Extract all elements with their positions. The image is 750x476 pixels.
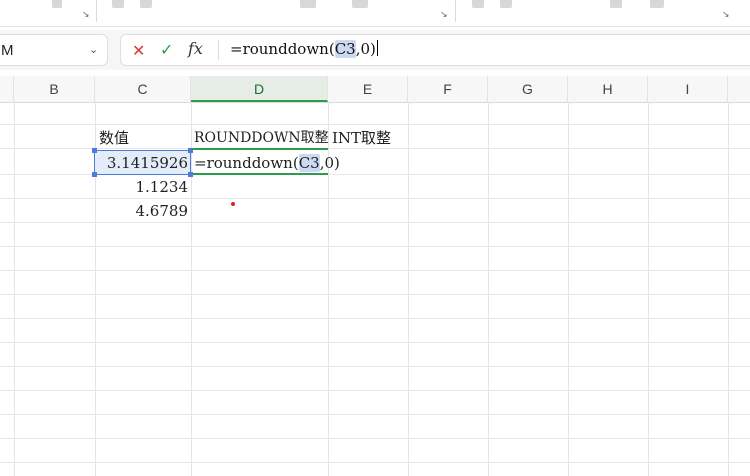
formula-prefix: =rounddown(	[230, 40, 335, 58]
column-header-i[interactable]: I	[648, 76, 728, 102]
grid-line	[408, 102, 409, 476]
cell-formula-prefix: =rounddown(	[194, 154, 299, 172]
cell-d3-editing[interactable]: =rounddown(C3,0)	[194, 151, 340, 175]
check-icon[interactable]: ✓	[160, 40, 173, 59]
ribbon-fragment	[500, 0, 512, 8]
dialog-launcher-icon[interactable]: ↘	[440, 10, 448, 20]
ribbon-fragment	[472, 0, 484, 8]
column-header-j[interactable]	[728, 76, 750, 102]
column-header-b[interactable]: B	[14, 76, 95, 102]
ribbon-fragment	[610, 0, 622, 8]
ribbon-divider	[455, 0, 456, 22]
grid-line	[568, 102, 569, 476]
cell-formula-reference: C3	[298, 154, 320, 172]
name-box[interactable]: M ⌄	[0, 34, 108, 66]
column-header-h[interactable]: H	[568, 76, 648, 102]
grid-line	[728, 102, 729, 476]
chevron-down-icon[interactable]: ⌄	[89, 43, 98, 56]
column-header-e[interactable]: E	[328, 76, 408, 102]
formula-row: M ⌄ ✕ ✓ fx =rounddown(C3,0)	[0, 30, 750, 70]
cell-c2[interactable]: 数值	[99, 126, 129, 150]
cell-e2[interactable]: INT取整	[332, 126, 391, 150]
column-header-row: B C D E F G H I	[0, 76, 750, 103]
grid-line	[14, 102, 15, 476]
grid-line	[0, 318, 750, 319]
grid-line	[0, 414, 750, 415]
ribbon-divider	[96, 0, 97, 22]
formula-input[interactable]: =rounddown(C3,0)	[230, 40, 378, 58]
cell-formula-suffix: ,0)	[319, 154, 340, 172]
column-header-c[interactable]: C	[95, 76, 191, 102]
ribbon-fragment	[352, 0, 368, 8]
column-header-g[interactable]: G	[488, 76, 568, 102]
grid-line	[488, 102, 489, 476]
formula-bar-divider	[218, 40, 219, 60]
grid-line	[0, 294, 750, 295]
grid-line	[0, 342, 750, 343]
ribbon-fragment	[140, 0, 152, 8]
column-header-f[interactable]: F	[408, 76, 488, 102]
grid-line	[0, 462, 750, 463]
name-box-value[interactable]: M	[1, 42, 14, 59]
grid-line	[0, 366, 750, 367]
grid-line	[0, 124, 750, 125]
formula-suffix: ,0)	[355, 40, 376, 58]
pointer-dot	[231, 202, 235, 206]
formula-bar[interactable]	[120, 34, 750, 66]
ribbon-strip: ↘ ↘ ↘	[0, 0, 750, 27]
ribbon-fragment	[300, 0, 316, 8]
cell-d2[interactable]: ROUNDDOWN取整	[194, 126, 329, 150]
x-icon[interactable]: ✕	[132, 41, 145, 60]
ribbon-fragment	[52, 0, 62, 8]
cell-c5[interactable]: 4.6789	[96, 199, 189, 223]
grid-line	[0, 438, 750, 439]
ribbon-fragment	[112, 0, 124, 8]
column-header-d[interactable]: D	[191, 76, 328, 102]
cell-c3[interactable]: 3.1415926	[96, 151, 188, 175]
grid-line	[648, 102, 649, 476]
dialog-launcher-icon[interactable]: ↘	[722, 10, 730, 20]
grid-line	[0, 270, 750, 271]
row-header-corner[interactable]	[0, 76, 14, 102]
cell-c4[interactable]: 1.1234	[96, 175, 189, 199]
formula-reference: C3	[334, 40, 356, 58]
text-caret	[376, 40, 378, 56]
ribbon-fragment	[650, 0, 664, 8]
dialog-launcher-icon[interactable]: ↘	[82, 10, 90, 20]
fx-icon[interactable]: fx	[188, 39, 203, 58]
grid-line	[0, 390, 750, 391]
grid-line	[191, 102, 192, 476]
grid-line	[0, 246, 750, 247]
